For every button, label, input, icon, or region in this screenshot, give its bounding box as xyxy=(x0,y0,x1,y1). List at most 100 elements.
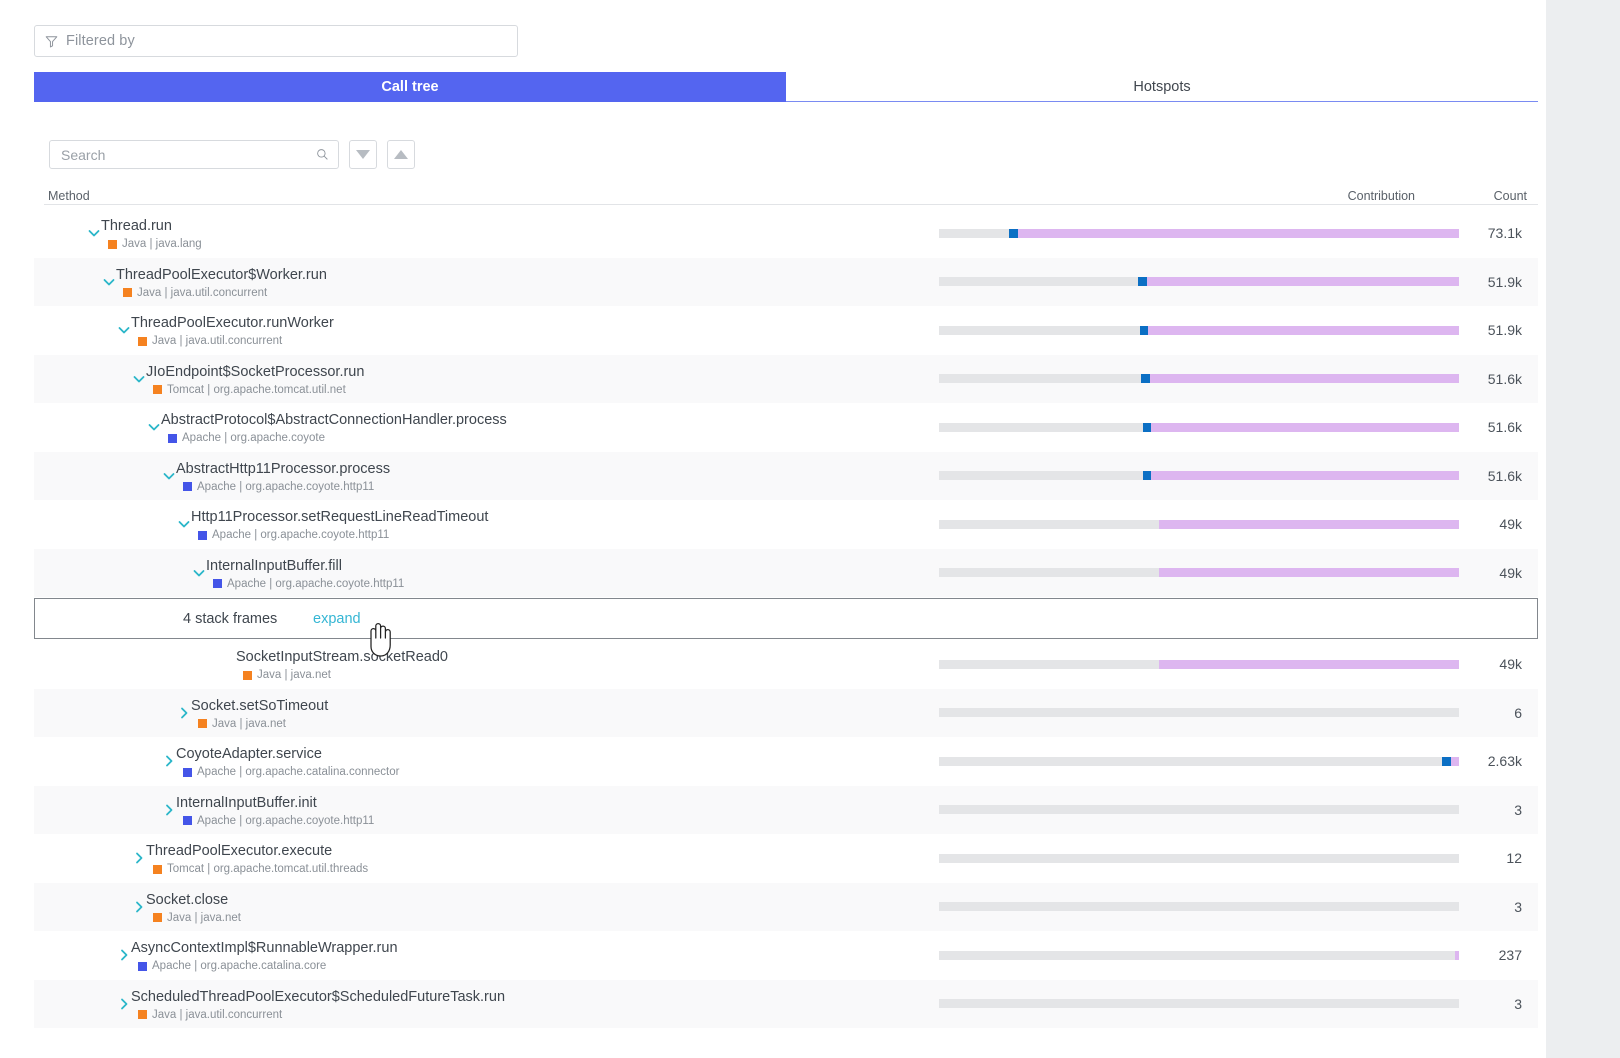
method-cell: AbstractProtocol$AbstractConnectionHandl… xyxy=(34,403,934,452)
method-name: ThreadPoolExecutor.execute xyxy=(146,843,333,859)
triangle-down-icon xyxy=(356,150,370,159)
count-value: 2.63k xyxy=(1487,753,1522,770)
method-cell: ScheduledThreadPoolExecutor$ScheduledFut… xyxy=(34,980,934,1029)
contribution-segment-children xyxy=(1455,950,1459,960)
framework-package-label: Tomcat | org.apache.tomcat.util.threads xyxy=(167,863,369,875)
chevron-right-icon[interactable] xyxy=(176,705,192,721)
profiler-page: Filtered by Call tree Hotspots Search Me… xyxy=(0,0,1620,1058)
method-meta: Tomcat | org.apache.tomcat.util.net xyxy=(153,384,346,396)
contribution-segment-gray xyxy=(939,659,1159,669)
table-row[interactable]: ThreadPoolExecutor.runWorker Java | java.… xyxy=(34,306,1538,355)
tab-hotspots[interactable]: Hotspots xyxy=(786,72,1538,102)
table-row[interactable]: ScheduledThreadPoolExecutor$ScheduledFut… xyxy=(34,979,1538,1029)
chevron-down-icon[interactable] xyxy=(131,371,147,387)
table-row[interactable]: InternalInputBuffer.fill Apache | org.apa… xyxy=(34,548,1538,597)
contribution-segment-self xyxy=(1142,471,1152,481)
framework-package-label: Java | java.net xyxy=(257,669,331,681)
contribution-cell xyxy=(934,422,1461,432)
table-row[interactable]: SocketInputStream.socketRead0 Java | java… xyxy=(34,640,1538,689)
expand-link[interactable]: expand xyxy=(313,611,361,627)
tab-hotspots-label: Hotspots xyxy=(1133,78,1191,95)
chevron-right-icon[interactable] xyxy=(131,899,147,915)
method-cell: InternalInputBuffer.init Apache | org.apa… xyxy=(34,786,934,835)
filtered-by-placeholder: Filtered by xyxy=(66,33,135,49)
chevron-right-icon[interactable] xyxy=(161,802,177,818)
chevron-down-icon[interactable] xyxy=(116,322,132,338)
search-input[interactable] xyxy=(59,145,316,164)
table-row[interactable]: AsyncContextImpl$RunnableWrapper.run Apac… xyxy=(34,931,1538,980)
method-cell: ThreadPoolExecutor.runWorker Java | java.… xyxy=(34,306,934,355)
method-name: Socket.close xyxy=(146,891,229,908)
method-name: AsyncContextImpl$RunnableWrapper.run xyxy=(131,940,398,956)
framework-color-swatch xyxy=(108,239,117,249)
contribution-cell xyxy=(934,756,1461,766)
method-cell: Socket.close Java | java.net xyxy=(34,883,934,932)
method-cell: JIoEndpoint$SocketProcessor.run Tomcat | … xyxy=(34,355,934,404)
contribution-segment-gray xyxy=(939,805,1459,815)
table-row[interactable]: JIoEndpoint$SocketProcessor.run Tomcat | … xyxy=(34,354,1538,404)
framework-color-swatch xyxy=(183,767,192,777)
method-meta: Java | java.net xyxy=(198,718,286,730)
table-row[interactable]: Socket.close Java | java.net 3 xyxy=(34,882,1538,932)
chevron-right-icon[interactable] xyxy=(116,996,132,1012)
framework-color-swatch xyxy=(153,913,162,922)
search-box[interactable] xyxy=(49,140,339,169)
framework-color-swatch xyxy=(213,579,222,588)
stack-frames-group[interactable]: 4 stack frames expand xyxy=(34,598,1538,639)
search-icon xyxy=(316,148,329,161)
table-row[interactable]: InternalInputBuffer.init Apache | org.apa… xyxy=(34,785,1538,835)
method-name: Socket.setSoTimeout xyxy=(191,697,329,714)
chevron-down-icon[interactable] xyxy=(176,516,192,532)
contribution-segment-gray xyxy=(939,902,1459,912)
chevron-down-icon[interactable] xyxy=(101,274,117,290)
contribution-segment-children xyxy=(1148,325,1459,335)
count-value: 49k xyxy=(1499,656,1522,673)
contribution-bar xyxy=(939,708,1459,718)
contribution-cell xyxy=(934,805,1461,815)
method-name: SocketInputStream.socketRead0 xyxy=(236,649,448,665)
table-row[interactable]: Http11Processor.setRequestLineReadTimeou… xyxy=(34,500,1538,549)
table-row[interactable]: AbstractHttp11Processor.process Apache | … xyxy=(34,451,1538,500)
contribution-segment-self xyxy=(1442,756,1451,766)
chevron-down-icon[interactable] xyxy=(146,419,162,435)
contribution-cell xyxy=(934,471,1461,481)
framework-color-swatch xyxy=(198,719,207,728)
table-row[interactable]: Socket.setSoTimeout Java | java.net 6 xyxy=(34,688,1538,737)
count-value: 12 xyxy=(1506,850,1522,867)
framework-color-swatch xyxy=(153,385,162,394)
framework-color-swatch xyxy=(183,482,192,491)
table-row[interactable]: CoyoteAdapter.service Apache | org.apache… xyxy=(34,737,1538,786)
filtered-by-input[interactable]: Filtered by xyxy=(34,25,518,57)
chevron-right-icon[interactable] xyxy=(116,947,132,963)
header-divider xyxy=(44,204,1538,205)
framework-color-swatch xyxy=(138,336,147,346)
framework-package-label: Apache | org.apache.coyote.http11 xyxy=(212,529,390,541)
search-next-button[interactable] xyxy=(349,140,377,169)
table-row[interactable]: ThreadPoolExecutor.execute Tomcat | org.a… xyxy=(34,834,1538,883)
chevron-right-icon[interactable] xyxy=(131,850,147,866)
column-header-method: Method xyxy=(45,189,93,203)
chevron-down-icon[interactable] xyxy=(191,565,207,581)
tab-call-tree[interactable]: Call tree xyxy=(34,72,786,102)
contribution-segment-self xyxy=(1138,277,1147,287)
contribution-segment-self xyxy=(1142,422,1152,432)
method-meta: Java | java.util.concurrent xyxy=(138,335,282,347)
contribution-segment-children xyxy=(1018,228,1459,238)
method-name: AbstractProtocol$AbstractConnectionHandl… xyxy=(161,412,507,428)
chevron-down-icon[interactable] xyxy=(86,225,102,241)
contribution-segment-gray xyxy=(939,756,1443,766)
table-row[interactable]: ThreadPoolExecutor$Worker.run Java | java… xyxy=(34,257,1538,306)
chevron-down-icon[interactable] xyxy=(161,468,177,484)
framework-package-label: Apache | org.apache.catalina.connector xyxy=(197,766,400,778)
contribution-bar xyxy=(939,471,1459,481)
framework-color-swatch xyxy=(138,1010,147,1019)
contribution-segment-gray xyxy=(939,228,1010,238)
method-cell: AsyncContextImpl$RunnableWrapper.run Apac… xyxy=(34,931,934,980)
chevron-right-icon[interactable] xyxy=(161,753,177,769)
contribution-bar xyxy=(939,374,1459,384)
search-prev-button[interactable] xyxy=(387,140,415,169)
table-row[interactable]: Thread.run Java | java.lang 73.1k xyxy=(34,209,1538,258)
table-row[interactable]: AbstractProtocol$AbstractConnectionHandl… xyxy=(34,403,1538,452)
contribution-bar xyxy=(939,659,1459,669)
method-name: ThreadPoolExecutor.runWorker xyxy=(131,315,334,331)
